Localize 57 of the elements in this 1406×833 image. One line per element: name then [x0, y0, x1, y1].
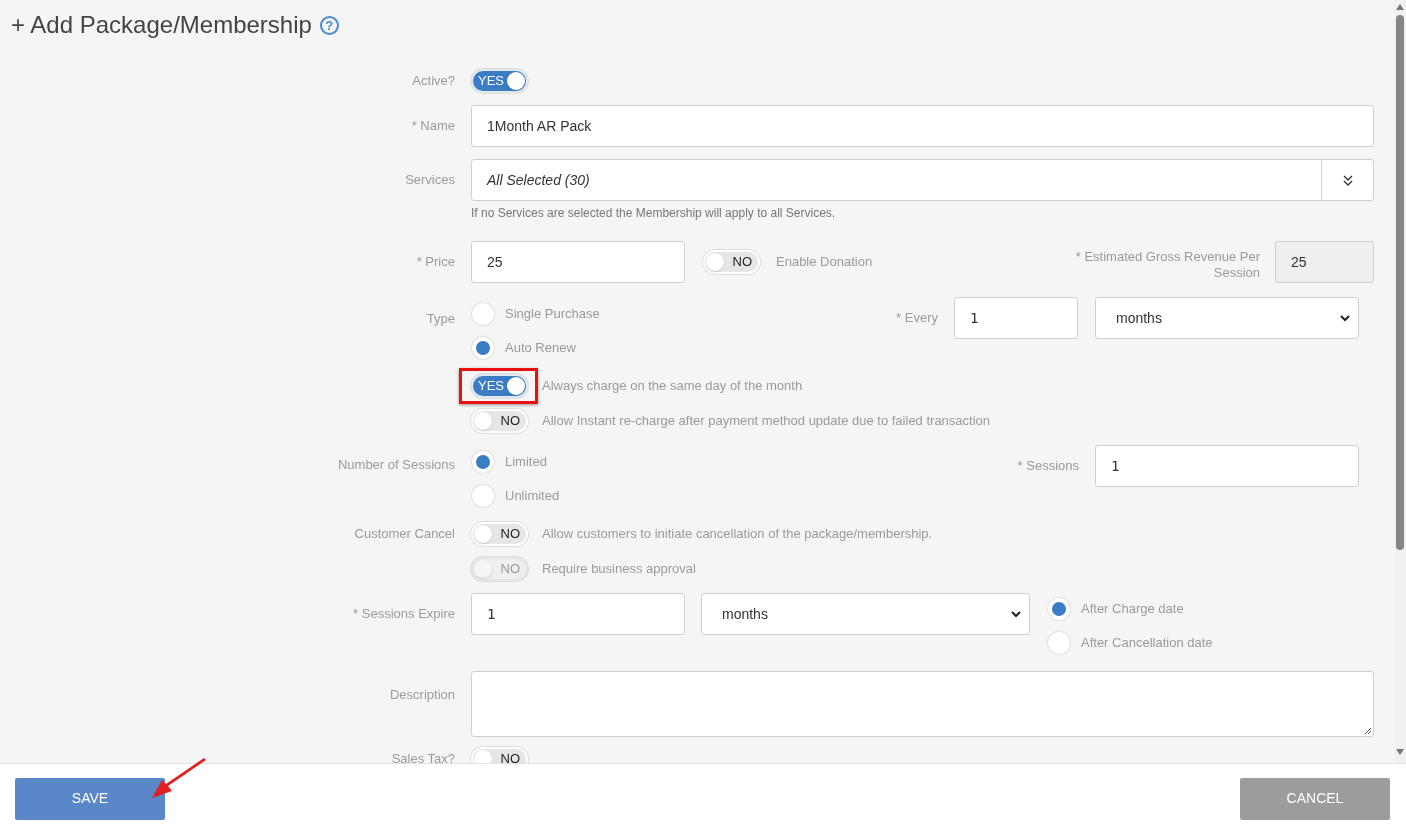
field-label: Services: [405, 171, 455, 190]
option-label: After Cancellation date: [1081, 634, 1213, 653]
toggle-switch[interactable]: NO: [471, 747, 528, 763]
radio-button[interactable]: [472, 451, 494, 473]
toggle-label: Allow customers to initiate cancellation of the package/membership.: [542, 525, 933, 544]
option-label: Single Purchase: [505, 305, 600, 324]
multiselect-field[interactable]: All Selected (30): [471, 159, 1374, 201]
toggle-label: Enable Donation: [776, 253, 873, 272]
option-label: Auto Renew: [505, 339, 576, 358]
option-label: Unlimited: [505, 487, 560, 506]
scrollbar-thumb[interactable]: [1396, 15, 1404, 550]
field-label: Active?: [412, 72, 455, 91]
input-field[interactable]: 1: [954, 297, 1078, 339]
radio-button[interactable]: [1048, 632, 1070, 654]
input-field[interactable]: 1Month AR Pack: [471, 105, 1374, 147]
toggle-label: Allow Instant re-charge after payment method update due to failed transaction: [542, 412, 991, 431]
radio-button[interactable]: [1048, 598, 1070, 620]
double-chevron-icon: [1342, 174, 1353, 186]
field-label: Sales Tax?: [391, 750, 455, 763]
radio-button[interactable]: [472, 337, 494, 359]
field-label: * Every: [896, 309, 938, 328]
field-label: * Estimated Gross Revenue Per Session: [1074, 249, 1260, 281]
page-title: + Add Package/Membership: [11, 10, 312, 40]
field-label: * Sessions: [1017, 457, 1079, 476]
input-field[interactable]: 1: [1095, 445, 1359, 487]
radio-button[interactable]: [472, 303, 494, 325]
field-label: Type: [426, 310, 455, 329]
field-label: Number of Sessions: [337, 456, 455, 475]
toggle-label: Always charge on the same day of the month: [542, 377, 803, 396]
input-field[interactable]: 25: [471, 241, 685, 283]
help-text: If no Services are selected the Membership will apply to all Services.: [471, 205, 836, 222]
toggle-label: Require business approval: [542, 560, 696, 579]
field-label: * Price: [416, 253, 455, 272]
option-label: After Charge date: [1081, 600, 1184, 619]
resize-grip-icon[interactable]: [1363, 726, 1372, 735]
scrollbar[interactable]: [1394, 0, 1406, 763]
toggle-switch[interactable]: YES: [471, 374, 528, 398]
input-field[interactable]: 1: [471, 593, 685, 635]
chevron-down-icon: [1011, 610, 1021, 618]
select-field[interactable]: months: [1095, 297, 1359, 339]
chevron-down-icon: [1340, 314, 1350, 322]
input-field[interactable]: 25: [1275, 241, 1374, 283]
field-label: * Name: [411, 117, 455, 136]
toggle-switch[interactable]: YES: [471, 69, 528, 93]
select-field[interactable]: months: [701, 593, 1030, 635]
field-label: Customer Cancel: [354, 525, 455, 544]
save-button[interactable]: SAVE: [15, 777, 165, 820]
description-field[interactable]: [471, 671, 1374, 737]
option-label: Limited: [505, 453, 547, 472]
toggle-switch[interactable]: NO: [471, 522, 528, 546]
field-label: Description: [389, 686, 455, 704]
scroll-down-icon[interactable]: [1395, 748, 1405, 756]
scroll-up-icon[interactable]: [1395, 3, 1405, 11]
field-label: * Sessions Expire: [353, 605, 455, 624]
toggle-switch[interactable]: NO: [703, 250, 760, 274]
toggle-switch[interactable]: NO: [471, 409, 528, 433]
radio-button[interactable]: [472, 485, 494, 507]
